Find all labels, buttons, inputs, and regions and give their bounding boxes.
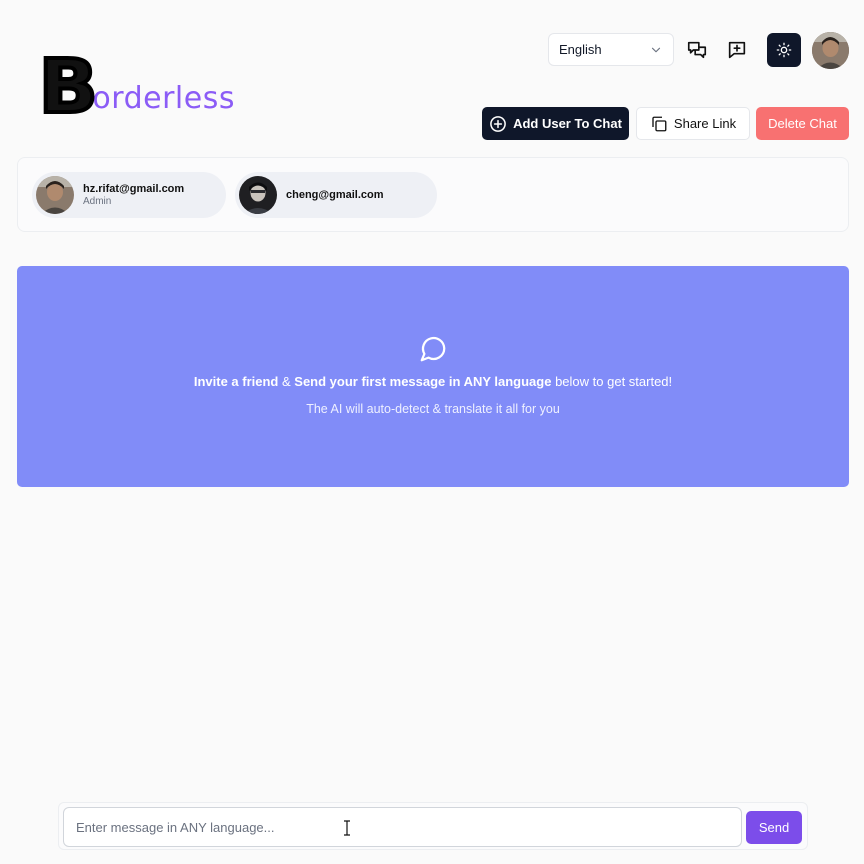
message-circle-icon xyxy=(420,336,446,362)
delete-chat-button[interactable]: Delete Chat xyxy=(756,107,849,140)
logo-letter: B xyxy=(37,44,100,130)
plus-circle-icon xyxy=(490,115,506,132)
member-chip[interactable]: cheng@gmail.com xyxy=(235,172,437,218)
member-role: Admin xyxy=(83,196,112,207)
user-avatar[interactable] xyxy=(812,32,849,69)
message-plus-icon xyxy=(728,41,746,59)
banner-invite-text: Invite a friend xyxy=(193,374,279,389)
app-logo[interactable]: B orderless xyxy=(37,44,235,130)
logo-text: orderless xyxy=(92,81,235,116)
messages-icon xyxy=(687,41,707,59)
empty-chat-banner: Invite a friend & Send your first messag… xyxy=(17,266,849,487)
member-email: hz.rifat@gmail.com xyxy=(83,183,185,195)
banner-send-text: Send your first message in ANY language xyxy=(294,374,552,389)
sun-icon xyxy=(776,42,792,58)
add-user-button[interactable]: Add User To Chat xyxy=(482,107,629,140)
language-value: English xyxy=(559,42,602,57)
new-chat-button[interactable] xyxy=(720,33,754,67)
chevron-down-icon xyxy=(651,47,661,52)
copy-icon xyxy=(652,116,667,131)
share-link-label: Share Link xyxy=(673,116,737,131)
banner-headline: Invite a friend & Send your first messag… xyxy=(194,374,672,389)
member-email: cheng@gmail.com xyxy=(286,189,384,201)
member-chip[interactable]: hz.rifat@gmail.com Admin xyxy=(32,172,226,218)
theme-toggle-button[interactable] xyxy=(767,33,801,67)
member-avatar xyxy=(36,176,74,214)
text-cursor-icon xyxy=(344,820,350,836)
banner-amp: & xyxy=(278,374,295,389)
send-button[interactable]: Send xyxy=(746,811,802,844)
share-link-button[interactable]: Share Link xyxy=(636,107,750,140)
header: B orderless English Add User To Chat Sha… xyxy=(0,0,864,150)
member-avatar xyxy=(239,176,277,214)
chats-button[interactable] xyxy=(680,33,714,67)
banner-rest: below to get started! xyxy=(551,374,673,389)
language-select[interactable]: English xyxy=(548,33,674,66)
banner-subtext: The AI will auto-detect & translate it a… xyxy=(306,402,560,416)
chat-members-panel: hz.rifat@gmail.com Admin cheng@gmail.com xyxy=(17,157,849,232)
add-user-label: Add User To Chat xyxy=(513,116,622,131)
delete-chat-label: Delete Chat xyxy=(768,116,837,131)
message-composer: Send xyxy=(58,802,808,850)
avatar-image xyxy=(812,32,849,69)
message-input[interactable] xyxy=(63,807,742,847)
